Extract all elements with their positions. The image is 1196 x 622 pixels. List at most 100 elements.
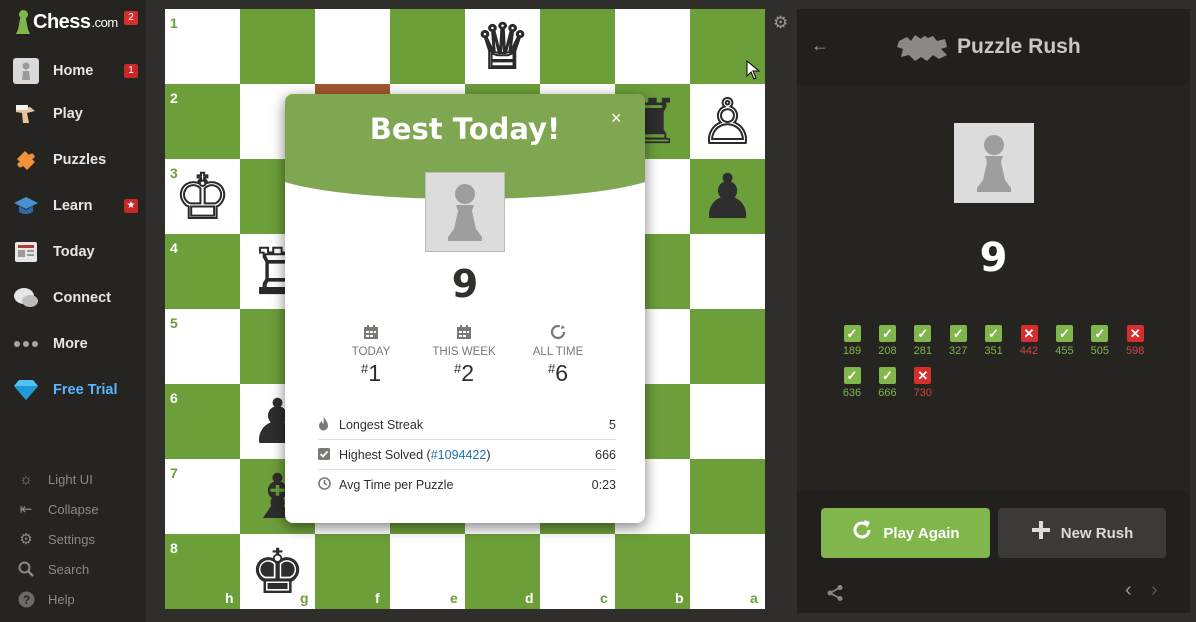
result-correct[interactable]: ✓ 666 bbox=[871, 367, 903, 399]
stat-value: 0:23 bbox=[591, 478, 616, 492]
sidebar-item-play[interactable]: Play bbox=[0, 94, 146, 134]
puzzle-rating: 666 bbox=[878, 387, 897, 399]
board-square[interactable] bbox=[690, 309, 765, 384]
stat-label: Highest Solved (#1094422) bbox=[339, 448, 491, 462]
result-correct[interactable]: ✓ 281 bbox=[907, 325, 939, 357]
sidebar-item-label: Puzzles bbox=[53, 152, 107, 168]
result-correct[interactable]: ✓ 505 bbox=[1084, 325, 1116, 357]
black-pawn-piece[interactable]: ♟ bbox=[690, 159, 765, 234]
light-ui-toggle[interactable]: ☼ Light UI bbox=[0, 466, 146, 492]
result-wrong[interactable]: ✕ 730 bbox=[907, 367, 939, 399]
check-icon: ✓ bbox=[843, 367, 861, 384]
file-label: a bbox=[750, 590, 758, 606]
board-settings-gear-icon[interactable]: ⚙ bbox=[773, 13, 788, 33]
board-square[interactable] bbox=[240, 9, 315, 84]
rank-value: #6 bbox=[547, 360, 569, 386]
result-correct[interactable]: ✓ 189 bbox=[836, 325, 868, 357]
settings-link[interactable]: ⚙ Settings bbox=[0, 526, 146, 552]
rank-today: TODAY #1 bbox=[321, 324, 421, 387]
rank-label: 4 bbox=[170, 240, 178, 256]
checkbox-icon bbox=[318, 447, 332, 463]
sidebar-item-label: Free Trial bbox=[53, 382, 118, 398]
result-correct[interactable]: ✓ 327 bbox=[942, 325, 974, 357]
back-arrow-icon[interactable]: ← bbox=[811, 35, 829, 56]
white-queen-piece[interactable]: ♕ bbox=[465, 9, 540, 84]
x-icon: ✕ bbox=[1020, 325, 1038, 342]
white-pawn-piece[interactable]: ♙ bbox=[690, 84, 765, 159]
rank-label: 6 bbox=[170, 390, 178, 406]
logo-text: Chess bbox=[33, 10, 91, 33]
new-rush-button[interactable]: New Rush bbox=[998, 508, 1166, 558]
avatar bbox=[425, 172, 505, 252]
result-correct[interactable]: ✓ 208 bbox=[871, 325, 903, 357]
result-correct[interactable]: ✓ 636 bbox=[836, 367, 868, 399]
play-again-button[interactable]: Play Again bbox=[821, 508, 990, 558]
refresh-icon bbox=[851, 519, 873, 547]
check-icon: ✓ bbox=[878, 367, 896, 384]
flame-icon bbox=[318, 416, 332, 434]
board-square[interactable] bbox=[690, 384, 765, 459]
util-label: Help bbox=[48, 591, 75, 607]
rank-this-week: THIS WEEK #2 bbox=[414, 324, 514, 387]
mouse-cursor-icon bbox=[746, 59, 761, 85]
notification-badge: 2 bbox=[124, 11, 138, 25]
graduation-cap-icon bbox=[13, 193, 39, 219]
sidebar-item-free-trial[interactable]: Free Trial bbox=[0, 370, 146, 410]
board-square[interactable] bbox=[390, 9, 465, 84]
avatar bbox=[954, 123, 1034, 203]
help-link[interactable]: ? Help bbox=[0, 586, 146, 612]
util-label: Search bbox=[48, 561, 90, 577]
rank-value: #1 bbox=[360, 360, 382, 386]
util-label: Settings bbox=[48, 531, 95, 547]
rank-label: 7 bbox=[170, 465, 178, 481]
search-link[interactable]: Search bbox=[0, 556, 146, 582]
result-correct[interactable]: ✓ 455 bbox=[1048, 325, 1080, 357]
result-wrong[interactable]: ✕ 598 bbox=[1119, 325, 1151, 357]
collapse-button[interactable]: ⇤ Collapse bbox=[0, 496, 146, 522]
collapse-icon: ⇤ bbox=[19, 501, 33, 518]
util-label: Collapse bbox=[48, 501, 99, 517]
file-label: e bbox=[450, 590, 458, 606]
sidebar-item-connect[interactable]: Connect bbox=[0, 278, 146, 318]
stat-label: Longest Streak bbox=[339, 418, 424, 432]
stat-value: 666 bbox=[595, 448, 616, 462]
puzzle-link[interactable]: #1094422 bbox=[431, 448, 487, 462]
previous-chevron-icon[interactable]: ‹ bbox=[1125, 579, 1132, 602]
board-square[interactable] bbox=[540, 9, 615, 84]
stat-label: Avg Time per Puzzle bbox=[339, 478, 454, 492]
chess-com-logo[interactable]: Chess .com bbox=[14, 8, 118, 36]
white-king-piece[interactable]: ♔ bbox=[165, 159, 240, 234]
next-chevron-icon[interactable]: › bbox=[1151, 579, 1158, 602]
calendar-icon bbox=[414, 324, 514, 344]
black-king-piece[interactable]: ♚ bbox=[240, 534, 315, 609]
sidebar-item-puzzles[interactable]: Puzzles bbox=[0, 140, 146, 180]
modal-title: Best Today! bbox=[369, 112, 561, 146]
result-wrong[interactable]: ✕ 442 bbox=[1013, 325, 1045, 357]
sidebar-item-more[interactable]: More bbox=[0, 324, 146, 364]
result-correct[interactable]: ✓ 351 bbox=[978, 325, 1010, 357]
sun-icon: ☼ bbox=[19, 470, 33, 488]
panel-header: ← Puzzle Rush bbox=[797, 9, 1190, 85]
share-icon[interactable] bbox=[826, 584, 844, 607]
sidebar-item-label: Today bbox=[53, 244, 95, 260]
puzzle-rush-panel: ← Puzzle Rush 9 ✓ 189 ✓ 208 ✓ 281 ✓ 327 ✓ 351 ✕ 442… bbox=[797, 9, 1190, 613]
sidebar-item-home[interactable]: Home 1 bbox=[0, 51, 146, 91]
rank-label: 8 bbox=[170, 540, 178, 556]
button-label: New Rush bbox=[1060, 524, 1134, 542]
sidebar-item-today[interactable]: Today bbox=[0, 232, 146, 272]
puzzle-rating: 455 bbox=[1055, 345, 1074, 357]
board-square[interactable] bbox=[690, 234, 765, 309]
close-icon[interactable]: × bbox=[611, 108, 622, 129]
sidebar-item-learn[interactable]: Learn ★ bbox=[0, 186, 146, 226]
last-move-highlight bbox=[315, 84, 390, 94]
check-icon: ✓ bbox=[843, 325, 861, 342]
stat-longest-streak: Longest Streak 5 bbox=[318, 410, 616, 440]
board-square[interactable] bbox=[615, 9, 690, 84]
sidebar: Chess .com 2 Home 1 Play Puzzles Learn ★ … bbox=[0, 0, 146, 622]
board-square[interactable] bbox=[315, 9, 390, 84]
diamond-icon bbox=[13, 377, 39, 403]
play-hand-icon bbox=[13, 101, 39, 127]
board-square[interactable] bbox=[690, 459, 765, 534]
calendar-icon bbox=[321, 324, 421, 344]
x-icon: ✕ bbox=[914, 367, 932, 384]
